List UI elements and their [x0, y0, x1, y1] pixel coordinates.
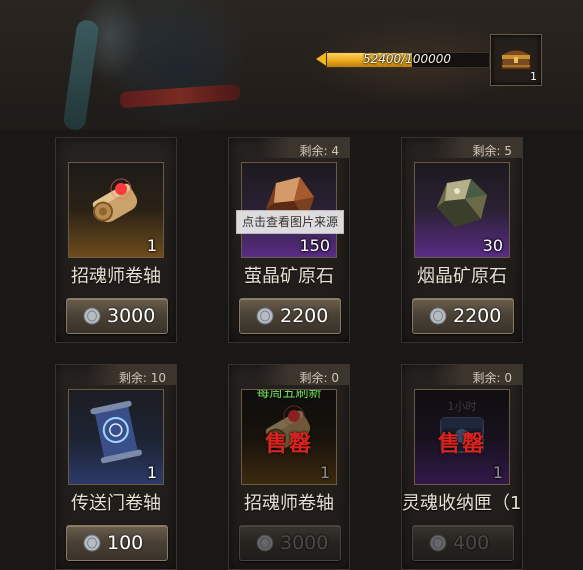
item-icon-frame[interactable]: 30 [414, 162, 510, 258]
silver-coin-icon [83, 307, 101, 325]
image-source-tooltip[interactable]: 点击查看图片来源 [236, 210, 345, 234]
price-value: 2200 [453, 305, 502, 327]
buy-button[interactable]: 3000 [239, 525, 341, 561]
character-illustration [62, 0, 260, 140]
shop-item-card[interactable]: 剩余: 10 1 传送门卷轴 100 [55, 364, 177, 570]
buy-button[interactable]: 3000 [66, 298, 168, 334]
buy-button[interactable]: 2200 [412, 298, 514, 334]
item-name: 传送门卷轴 [71, 493, 161, 514]
item-quantity: 150 [299, 236, 330, 255]
shop-item-card[interactable]: 剩余: 0 1小时 1 售罄 灵魂收纳匣（1小时） 400 [401, 364, 523, 570]
item-name: 灵魂收纳匣（1小时） [402, 493, 522, 513]
item-name: 萤晶矿原石 [244, 266, 334, 287]
item-name: 招魂师卷轴 [244, 493, 334, 514]
silver-coin-icon [429, 307, 447, 325]
item-quantity: 1 [146, 236, 157, 255]
price-value: 2200 [280, 305, 329, 327]
progress-text: 52400/100000 [362, 52, 452, 66]
price-value: 400 [453, 532, 490, 554]
shop-item-card[interactable]: 剩余: 0 1 售罄 每周五刷新 招魂师卷轴 3000 [228, 364, 350, 570]
price-value: 3000 [280, 532, 329, 554]
remaining-count: 剩余: 4 [299, 144, 340, 158]
shop-item-card[interactable]: 剩余: 5 30 烟晶矿原石 2200 [401, 137, 523, 343]
item-icon-frame[interactable]: 1 [68, 389, 164, 485]
points-progress-bar: 52400/100000 [316, 50, 490, 68]
portal-scroll-icon [81, 396, 151, 470]
scroll-icon [81, 169, 151, 243]
item-icon-frame[interactable]: 1小时 1 售罄 [414, 389, 510, 485]
remaining-count: 剩余: 10 [118, 371, 166, 385]
shop-item-card[interactable]: 1 招魂师卷轴 3000 [55, 137, 177, 343]
remaining-count: 剩余: 0 [299, 371, 340, 385]
item-icon-frame[interactable]: 1 售罄 每周五刷新 [241, 389, 337, 485]
remaining-count: 剩余: 0 [472, 371, 513, 385]
silver-coin-icon [83, 534, 101, 552]
shop-item-card[interactable]: 剩余: 4 150 萤晶矿原石 2200 [228, 137, 350, 343]
buy-button[interactable]: 400 [412, 525, 514, 561]
item-quantity: 30 [482, 236, 503, 255]
remaining-count: 剩余: 5 [472, 144, 513, 158]
item-name: 招魂师卷轴 [71, 266, 161, 287]
soldout-label: 售罄 [437, 432, 486, 457]
price-value: 3000 [107, 305, 156, 327]
item-icon-frame[interactable]: 1 [68, 162, 164, 258]
soldout-label: 售罄 [264, 432, 313, 457]
price-value: 100 [107, 532, 144, 554]
reward-chest-button[interactable]: 1 [490, 34, 542, 86]
silver-coin-icon [256, 307, 274, 325]
buy-button[interactable]: 100 [66, 525, 168, 561]
refresh-note: 每周五刷新 [256, 389, 322, 401]
item-name: 烟晶矿原石 [417, 266, 507, 287]
chest-count: 1 [530, 70, 537, 83]
silver-coin-icon [429, 534, 447, 552]
item-quantity: 1 [146, 463, 157, 482]
smoke-crystal-icon [427, 169, 497, 243]
treasure-chest-icon [501, 49, 531, 70]
silver-coin-icon [256, 534, 274, 552]
buy-button[interactable]: 2200 [239, 298, 341, 334]
